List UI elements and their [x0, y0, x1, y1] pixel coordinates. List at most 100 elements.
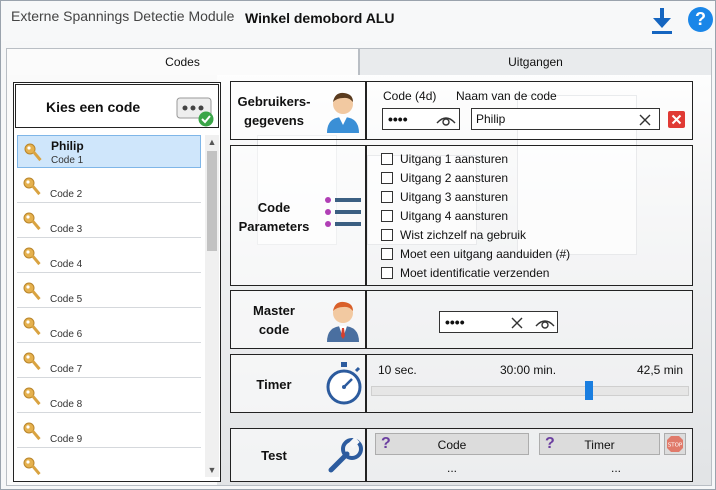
- keypad-check-icon: [176, 97, 216, 127]
- stop-button[interactable]: STOP: [664, 433, 686, 455]
- eye-icon[interactable]: [534, 316, 556, 330]
- code-name: Philip: [51, 139, 84, 153]
- code-field-label: Code (4d): [383, 89, 437, 103]
- code-list: Philip Code 1 Code 2 Code 3 Code 4 Code …: [17, 135, 203, 475]
- master-code-input[interactable]: ••••: [439, 311, 558, 333]
- scroll-thumb[interactable]: [207, 151, 217, 251]
- key-icon: [22, 316, 44, 338]
- test-timer-button[interactable]: ? Timer: [539, 433, 660, 455]
- checkbox[interactable]: [381, 153, 393, 165]
- code-number: Code 1: [51, 155, 84, 166]
- timer-slider-track[interactable]: [371, 386, 689, 396]
- delete-code-button[interactable]: [668, 111, 685, 128]
- code-number: Code 5: [50, 294, 83, 305]
- code-parameters-label-box: Code Parameters: [230, 145, 366, 286]
- list-icon: [323, 194, 363, 237]
- timer-label: Timer: [256, 377, 292, 392]
- master-code-value: ••••: [445, 314, 465, 330]
- code-number: Code 8: [50, 399, 83, 410]
- name-input-value: Philip: [476, 112, 506, 126]
- stop-icon: STOP: [667, 436, 683, 452]
- checkbox[interactable]: [381, 248, 393, 260]
- code-number: Code 4: [50, 259, 83, 270]
- user-data-label-box: Gebruikers- gegevens: [230, 81, 366, 140]
- checkbox[interactable]: [381, 210, 393, 222]
- key-icon: [22, 386, 44, 408]
- help-icon[interactable]: ?: [688, 7, 713, 32]
- timer-min-label: 10 sec.: [378, 363, 417, 377]
- checkbox[interactable]: [381, 267, 393, 279]
- master-label-line1: Master: [253, 303, 295, 318]
- key-icon: [22, 421, 44, 443]
- timer-slider-thumb[interactable]: [584, 381, 593, 400]
- user-data-label-line1: Gebruikers-: [237, 94, 311, 109]
- code-list-item[interactable]: Code 9: [17, 415, 201, 448]
- code-list-item[interactable]: Code 5: [17, 275, 201, 308]
- code-number: Code 2: [50, 189, 83, 200]
- checkbox[interactable]: [381, 191, 393, 203]
- code-number: Code 3: [50, 224, 83, 235]
- test-timer-button-label: Timer: [584, 438, 615, 452]
- code-number: Code 6: [50, 329, 83, 340]
- code-list-item[interactable]: Code 8: [17, 380, 201, 413]
- key-icon: [22, 281, 44, 303]
- code-list-item[interactable]: Code 6: [17, 310, 201, 343]
- test-label: Test: [261, 448, 287, 463]
- key-icon: [22, 211, 44, 233]
- tab-uitgangen[interactable]: Uitgangen: [359, 48, 712, 76]
- master-code-field-box: ••••: [366, 290, 693, 349]
- code-list-item[interactable]: Code 4: [17, 240, 201, 273]
- test-code-button[interactable]: ? Code: [375, 433, 529, 455]
- app-title: Externe Spannings Detectie Module: [11, 8, 235, 24]
- close-icon: [671, 114, 682, 125]
- code-input-value: ••••: [388, 111, 408, 127]
- checkbox[interactable]: [381, 229, 393, 241]
- test-label-box: Test: [230, 428, 366, 482]
- download-icon[interactable]: [649, 7, 675, 35]
- scroll-up-icon[interactable]: ▲: [205, 135, 219, 149]
- code-list-item[interactable]: Code 2: [17, 170, 201, 203]
- clear-icon[interactable]: [510, 316, 524, 330]
- code-number: Code 7: [50, 364, 83, 375]
- user-data-fields: Code (4d) Naam van de code •••• Philip: [366, 81, 693, 140]
- code-list-panel: Kies een code Philip Code 1 Code 2 Code …: [13, 82, 221, 482]
- code-list-item[interactable]: [17, 450, 201, 475]
- choose-code-label: Kies een code: [46, 99, 141, 115]
- clear-icon[interactable]: [638, 113, 652, 127]
- code-number: Code 9: [50, 434, 83, 445]
- title-bar: Externe Spannings Detectie Module Winkel…: [1, 1, 715, 41]
- svg-text:STOP: STOP: [668, 443, 683, 449]
- codes-tab-content: Kies een code Philip Code 1 Code 2 Code …: [6, 75, 712, 486]
- board-title: Winkel demobord ALU: [245, 10, 395, 26]
- code-list-item[interactable]: Philip Code 1: [17, 135, 201, 168]
- code-input[interactable]: ••••: [382, 108, 460, 130]
- key-icon: [22, 351, 44, 373]
- code-list-scrollbar[interactable]: ▲ ▼: [205, 135, 219, 477]
- master-avatar-icon: [323, 298, 363, 345]
- timer-label-box: Timer: [230, 354, 366, 413]
- parameters-label-line1: Code: [257, 200, 291, 215]
- choose-code-header: Kies een code: [15, 84, 219, 128]
- tab-codes[interactable]: Codes: [6, 48, 359, 76]
- test-buttons-box: ? Code ... ? Timer ... STOP: [366, 428, 693, 482]
- code-list-item[interactable]: Code 3: [17, 205, 201, 238]
- tab-bar: Codes Uitgangen: [6, 48, 712, 76]
- app-window: Externe Spannings Detectie Module Winkel…: [0, 0, 716, 490]
- name-field-label: Naam van de code: [456, 89, 557, 103]
- scroll-down-icon[interactable]: ▼: [205, 463, 219, 477]
- eye-icon[interactable]: [435, 113, 457, 127]
- key-icon: [22, 176, 44, 198]
- code-list-item[interactable]: Code 7: [17, 345, 201, 378]
- master-label-line2: code: [258, 322, 290, 337]
- timer-max-label: 42,5 min: [637, 363, 684, 377]
- checkbox[interactable]: [381, 172, 393, 184]
- parameters-label-line2: Parameters: [238, 219, 310, 234]
- timer-slider-box: 10 sec. 30:00 min. 42,5 min: [366, 354, 693, 413]
- test-code-button-label: Code: [437, 438, 467, 452]
- test-timer-result: ...: [611, 461, 622, 475]
- master-code-label-box: Master code: [230, 290, 366, 349]
- key-icon: [22, 456, 44, 475]
- stopwatch-icon: [325, 361, 363, 410]
- name-input[interactable]: Philip: [471, 108, 660, 130]
- timer-current-value: 30:00 min.: [500, 363, 557, 377]
